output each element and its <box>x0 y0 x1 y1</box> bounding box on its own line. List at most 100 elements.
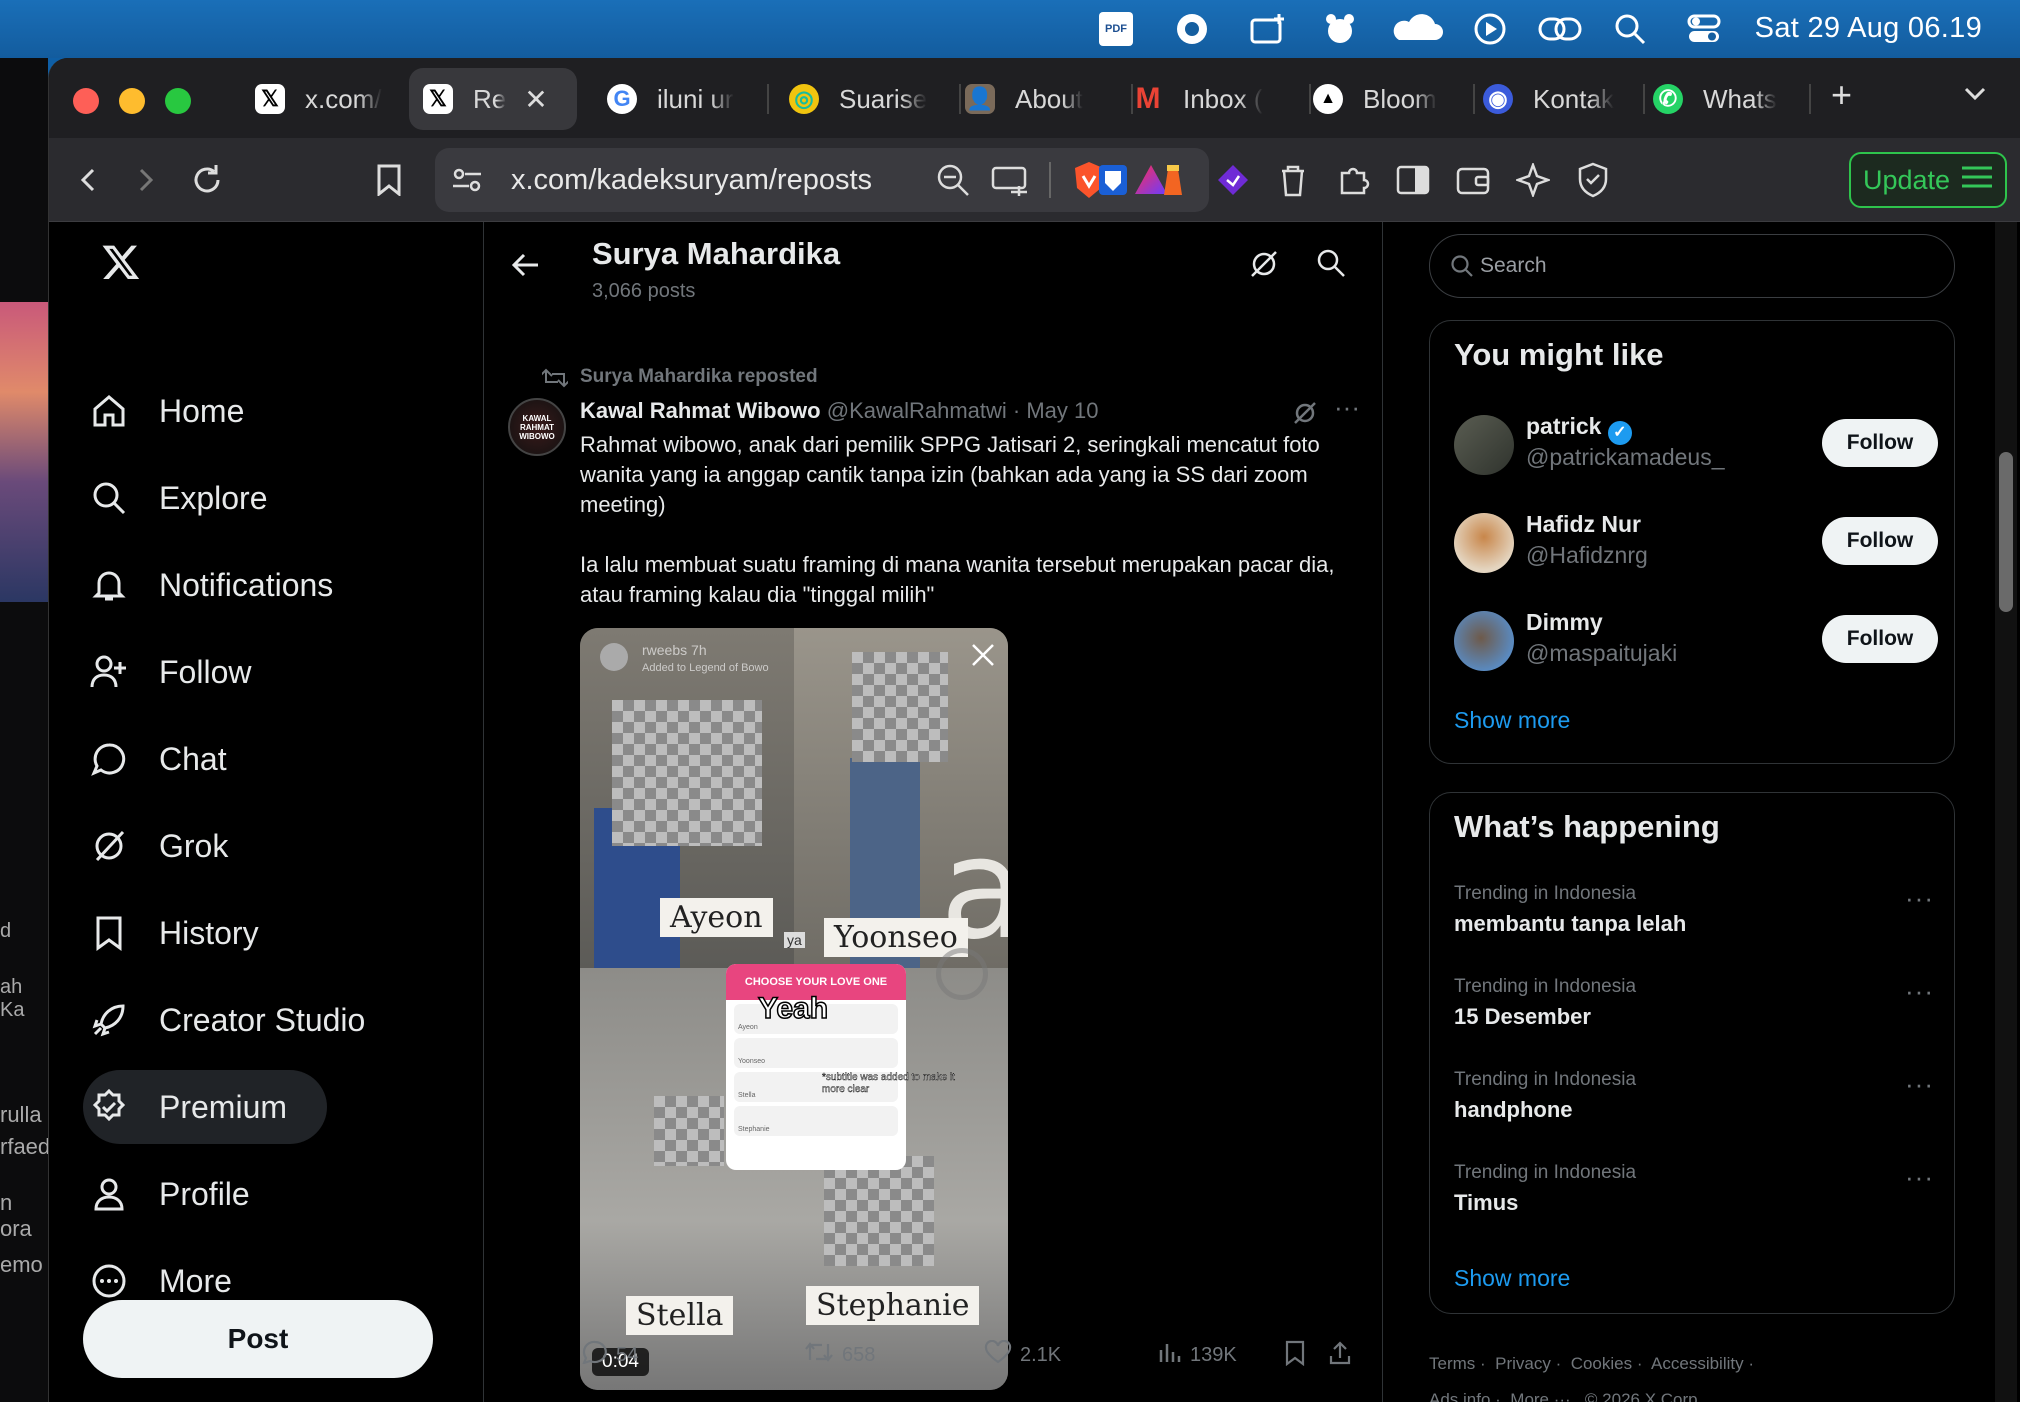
tweet-video[interactable]: a rweebs 7h Added to Legend of Bowo Ayeo… <box>580 628 1008 1390</box>
browser-tab[interactable]: ▲ Bloom <box>1299 68 1479 130</box>
grok-icon[interactable] <box>1292 400 1318 431</box>
suggestion-row[interactable]: Dimmy @maspaitujaki Follow <box>1454 607 1938 677</box>
new-tab-button[interactable]: + <box>1831 74 1852 116</box>
back-arrow-icon[interactable] <box>510 250 540 285</box>
nav-grok[interactable]: Grok <box>83 809 268 883</box>
zoom-out-icon[interactable] <box>935 162 971 206</box>
nav-notifications[interactable]: Notifications <box>83 548 373 622</box>
footer-link[interactable]: Ads info <box>1429 1390 1490 1402</box>
like-button[interactable]: 2.1K <box>984 1339 1061 1371</box>
tab-list-chevron-icon[interactable] <box>1961 80 1989 113</box>
browser-tab[interactable]: 𝕏x.com/ <box>241 68 421 130</box>
nav-explore[interactable]: Explore <box>83 461 308 535</box>
post-button[interactable]: Post <box>83 1300 433 1378</box>
browser-tab[interactable]: 👤 About <box>951 68 1127 130</box>
browser-tab[interactable]: M Inbox ( <box>1119 68 1309 130</box>
tweet-date[interactable]: · May 10 <box>1013 398 1099 423</box>
avatar[interactable] <box>1454 415 1514 475</box>
trend-item[interactable]: Trending in Indonesia membantu tanpa lel… <box>1454 883 1934 953</box>
trend-item[interactable]: Trending in Indonesia Timus ··· <box>1454 1162 1934 1232</box>
x-logo-icon[interactable] <box>101 242 141 287</box>
nav-creator-studio[interactable]: Creator Studio <box>83 983 405 1057</box>
cloud-icon[interactable] <box>1388 11 1444 47</box>
bookmark-icon[interactable] <box>365 156 413 204</box>
wallet-icon[interactable] <box>1449 156 1497 204</box>
extension-purple-icon[interactable] <box>1209 156 1257 204</box>
suggestion-row[interactable]: patrick ✓ @patrickamadeus_ Follow <box>1454 411 1938 481</box>
footer-link[interactable]: Terms <box>1429 1354 1475 1373</box>
grok-icon[interactable] <box>1248 248 1280 285</box>
browser-tab[interactable]: ◎ Suarise <box>775 68 955 130</box>
sidebar-toggle-icon[interactable] <box>1389 156 1437 204</box>
reply-button[interactable]: 54 <box>582 1340 638 1371</box>
browser-tab-active[interactable]: 𝕏 Re ✕ <box>409 68 577 130</box>
pdf-icon[interactable]: PDF <box>1098 11 1134 47</box>
back-icon[interactable] <box>65 156 113 204</box>
scrollbar-track[interactable] <box>1995 222 2017 1402</box>
reload-icon[interactable] <box>183 156 231 204</box>
trend-more-icon[interactable]: ··· <box>1905 883 1934 914</box>
suggestion-name[interactable]: patrick ✓ <box>1526 413 1632 445</box>
browser-tab[interactable]: ✆ Whats <box>1639 68 1809 130</box>
show-more-link[interactable]: Show more <box>1454 1265 1570 1292</box>
footer-link[interactable]: Privacy <box>1495 1354 1551 1373</box>
extension-bitwarden-icon[interactable] <box>1089 156 1137 204</box>
bookmark-button[interactable] <box>1284 1340 1314 1373</box>
trash-icon[interactable] <box>1269 156 1317 204</box>
views-button[interactable]: 139K <box>1158 1340 1237 1371</box>
trend-more-icon[interactable]: ··· <box>1905 1069 1934 1100</box>
site-settings-icon[interactable] <box>451 164 483 204</box>
screenshot-icon[interactable] <box>1248 11 1288 47</box>
leo-ai-icon[interactable] <box>1509 156 1557 204</box>
nav-home[interactable]: Home <box>83 374 284 448</box>
search-icon[interactable] <box>1316 248 1346 283</box>
author-name[interactable]: Kawal Rahmat Wibowo <box>580 398 821 423</box>
author-avatar[interactable]: KAWAL RAHMAT WIBOWO <box>508 398 566 456</box>
trend-item[interactable]: Trending in Indonesia 15 Desember ··· <box>1454 976 1934 1046</box>
footer-link[interactable]: More ··· <box>1510 1390 1570 1402</box>
trend-more-icon[interactable]: ··· <box>1905 1162 1934 1193</box>
avatar[interactable] <box>1454 513 1514 573</box>
bear-icon[interactable] <box>1322 11 1358 47</box>
update-button[interactable]: Update <box>1849 152 2007 208</box>
minimize-window-button[interactable] <box>119 88 145 114</box>
author-handle[interactable]: @KawalRahmatwi <box>827 398 1007 423</box>
url-text[interactable]: x.com/kadeksuryam/reposts <box>511 164 872 197</box>
extension-lighthouse-icon[interactable] <box>1149 156 1197 204</box>
avatar[interactable] <box>1454 611 1514 671</box>
share-button[interactable] <box>1328 1340 1360 1373</box>
menubar-clock[interactable]: Sat 29 Aug 06.19 <box>1755 12 1982 45</box>
trend-more-icon[interactable]: ··· <box>1905 976 1934 1007</box>
more-options-icon[interactable]: ··· <box>1334 392 1360 423</box>
suggestion-name[interactable]: Dimmy <box>1526 609 1603 636</box>
nav-history[interactable]: History <box>83 896 299 970</box>
control-center-icon[interactable] <box>1686 11 1722 47</box>
extensions-puzzle-icon[interactable] <box>1329 156 1377 204</box>
nav-profile[interactable]: Profile <box>83 1157 290 1231</box>
search-icon[interactable] <box>1612 11 1648 47</box>
repost-button[interactable]: 658 <box>804 1340 875 1371</box>
forward-icon[interactable] <box>121 156 169 204</box>
suggestion-name[interactable]: Hafidz Nur <box>1526 511 1641 538</box>
nav-chat[interactable]: Chat <box>83 722 267 796</box>
trend-item[interactable]: Trending in Indonesia handphone ··· <box>1454 1069 1934 1139</box>
record-icon[interactable] <box>1174 11 1210 47</box>
browser-tab[interactable]: ◉ Kontak <box>1469 68 1649 130</box>
scrollbar-thumb[interactable] <box>1999 452 2013 612</box>
close-window-button[interactable] <box>73 88 99 114</box>
maximize-window-button[interactable] <box>165 88 191 114</box>
search-input[interactable]: Search <box>1429 234 1955 298</box>
close-tab-icon[interactable]: ✕ <box>524 83 547 116</box>
cast-icon[interactable] <box>991 162 1031 206</box>
browser-tab[interactable]: Giluni ur <box>593 68 763 130</box>
follow-button[interactable]: Follow <box>1822 615 1938 663</box>
link-icon[interactable] <box>1538 11 1582 47</box>
nav-premium[interactable]: Premium <box>83 1070 328 1144</box>
vpn-shield-icon[interactable] <box>1569 156 1617 204</box>
follow-button[interactable]: Follow <box>1822 517 1938 565</box>
footer-link[interactable]: Accessibility <box>1651 1354 1744 1373</box>
footer-link[interactable]: Cookies <box>1571 1354 1632 1373</box>
show-more-link[interactable]: Show more <box>1454 707 1570 734</box>
follow-button[interactable]: Follow <box>1822 419 1938 467</box>
nav-follow[interactable]: Follow <box>83 635 291 709</box>
